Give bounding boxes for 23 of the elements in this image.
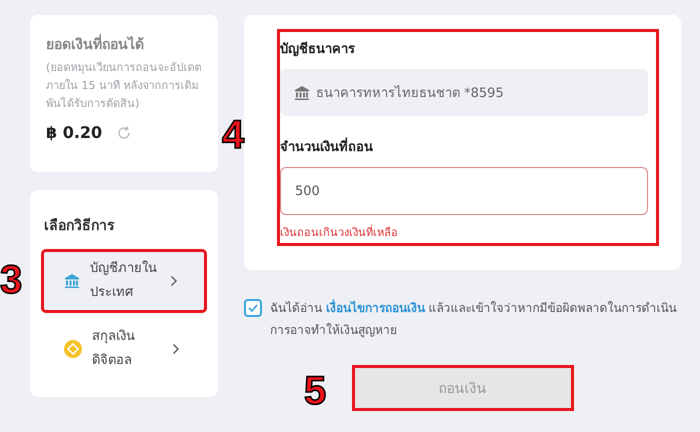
bank-icon <box>64 273 80 289</box>
agreement-text: ฉันได้อ่าน เงื่อนไขการถอนเงิน แล้วและเข้าใจว่าหากมีข้อผิดพลาดในการดำเนินการอาจทำให้เงินสูญหาย <box>270 298 678 340</box>
method-item[interactable]: สกุลเงินดิจิตอล <box>44 320 204 378</box>
field-label: จำนวนเงินที่ถอน <box>280 136 648 157</box>
annotation-number: 3 <box>0 260 22 300</box>
bank-account-field[interactable]: ธนาคารทหารไทยธนชาต *8595 <box>280 69 648 116</box>
annotation-number: 4 <box>222 115 244 155</box>
amount-input[interactable]: 500 <box>280 167 648 215</box>
annotation-number: 5 <box>304 371 326 411</box>
balance-title: ยอดเงินที่ถอนได้ <box>46 33 202 55</box>
balance-amount: ฿ 0.20 <box>46 123 102 142</box>
method-item[interactable]: บัญชีภายในประเทศ <box>44 252 204 310</box>
refresh-icon[interactable] <box>116 124 132 140</box>
check-icon <box>248 304 258 312</box>
method-title: เลือกวิธีการ <box>44 216 116 236</box>
field-label: บัญชีธนาคาร <box>280 40 356 59</box>
chevron-right-icon <box>170 275 178 287</box>
checkbox[interactable] <box>244 299 262 317</box>
error-message: เงินถอนเกินวงเงินที่เหลือ <box>280 224 399 241</box>
balance-note: (ยอดหมุนเวียนการถอนจะอัปเดตภายใน 15 นาที หลังจากการเดิมพันได้รับการตัดสิน) <box>46 60 202 112</box>
coin-icon <box>64 340 82 358</box>
chevron-right-icon <box>172 343 180 355</box>
bank-icon <box>294 84 310 100</box>
